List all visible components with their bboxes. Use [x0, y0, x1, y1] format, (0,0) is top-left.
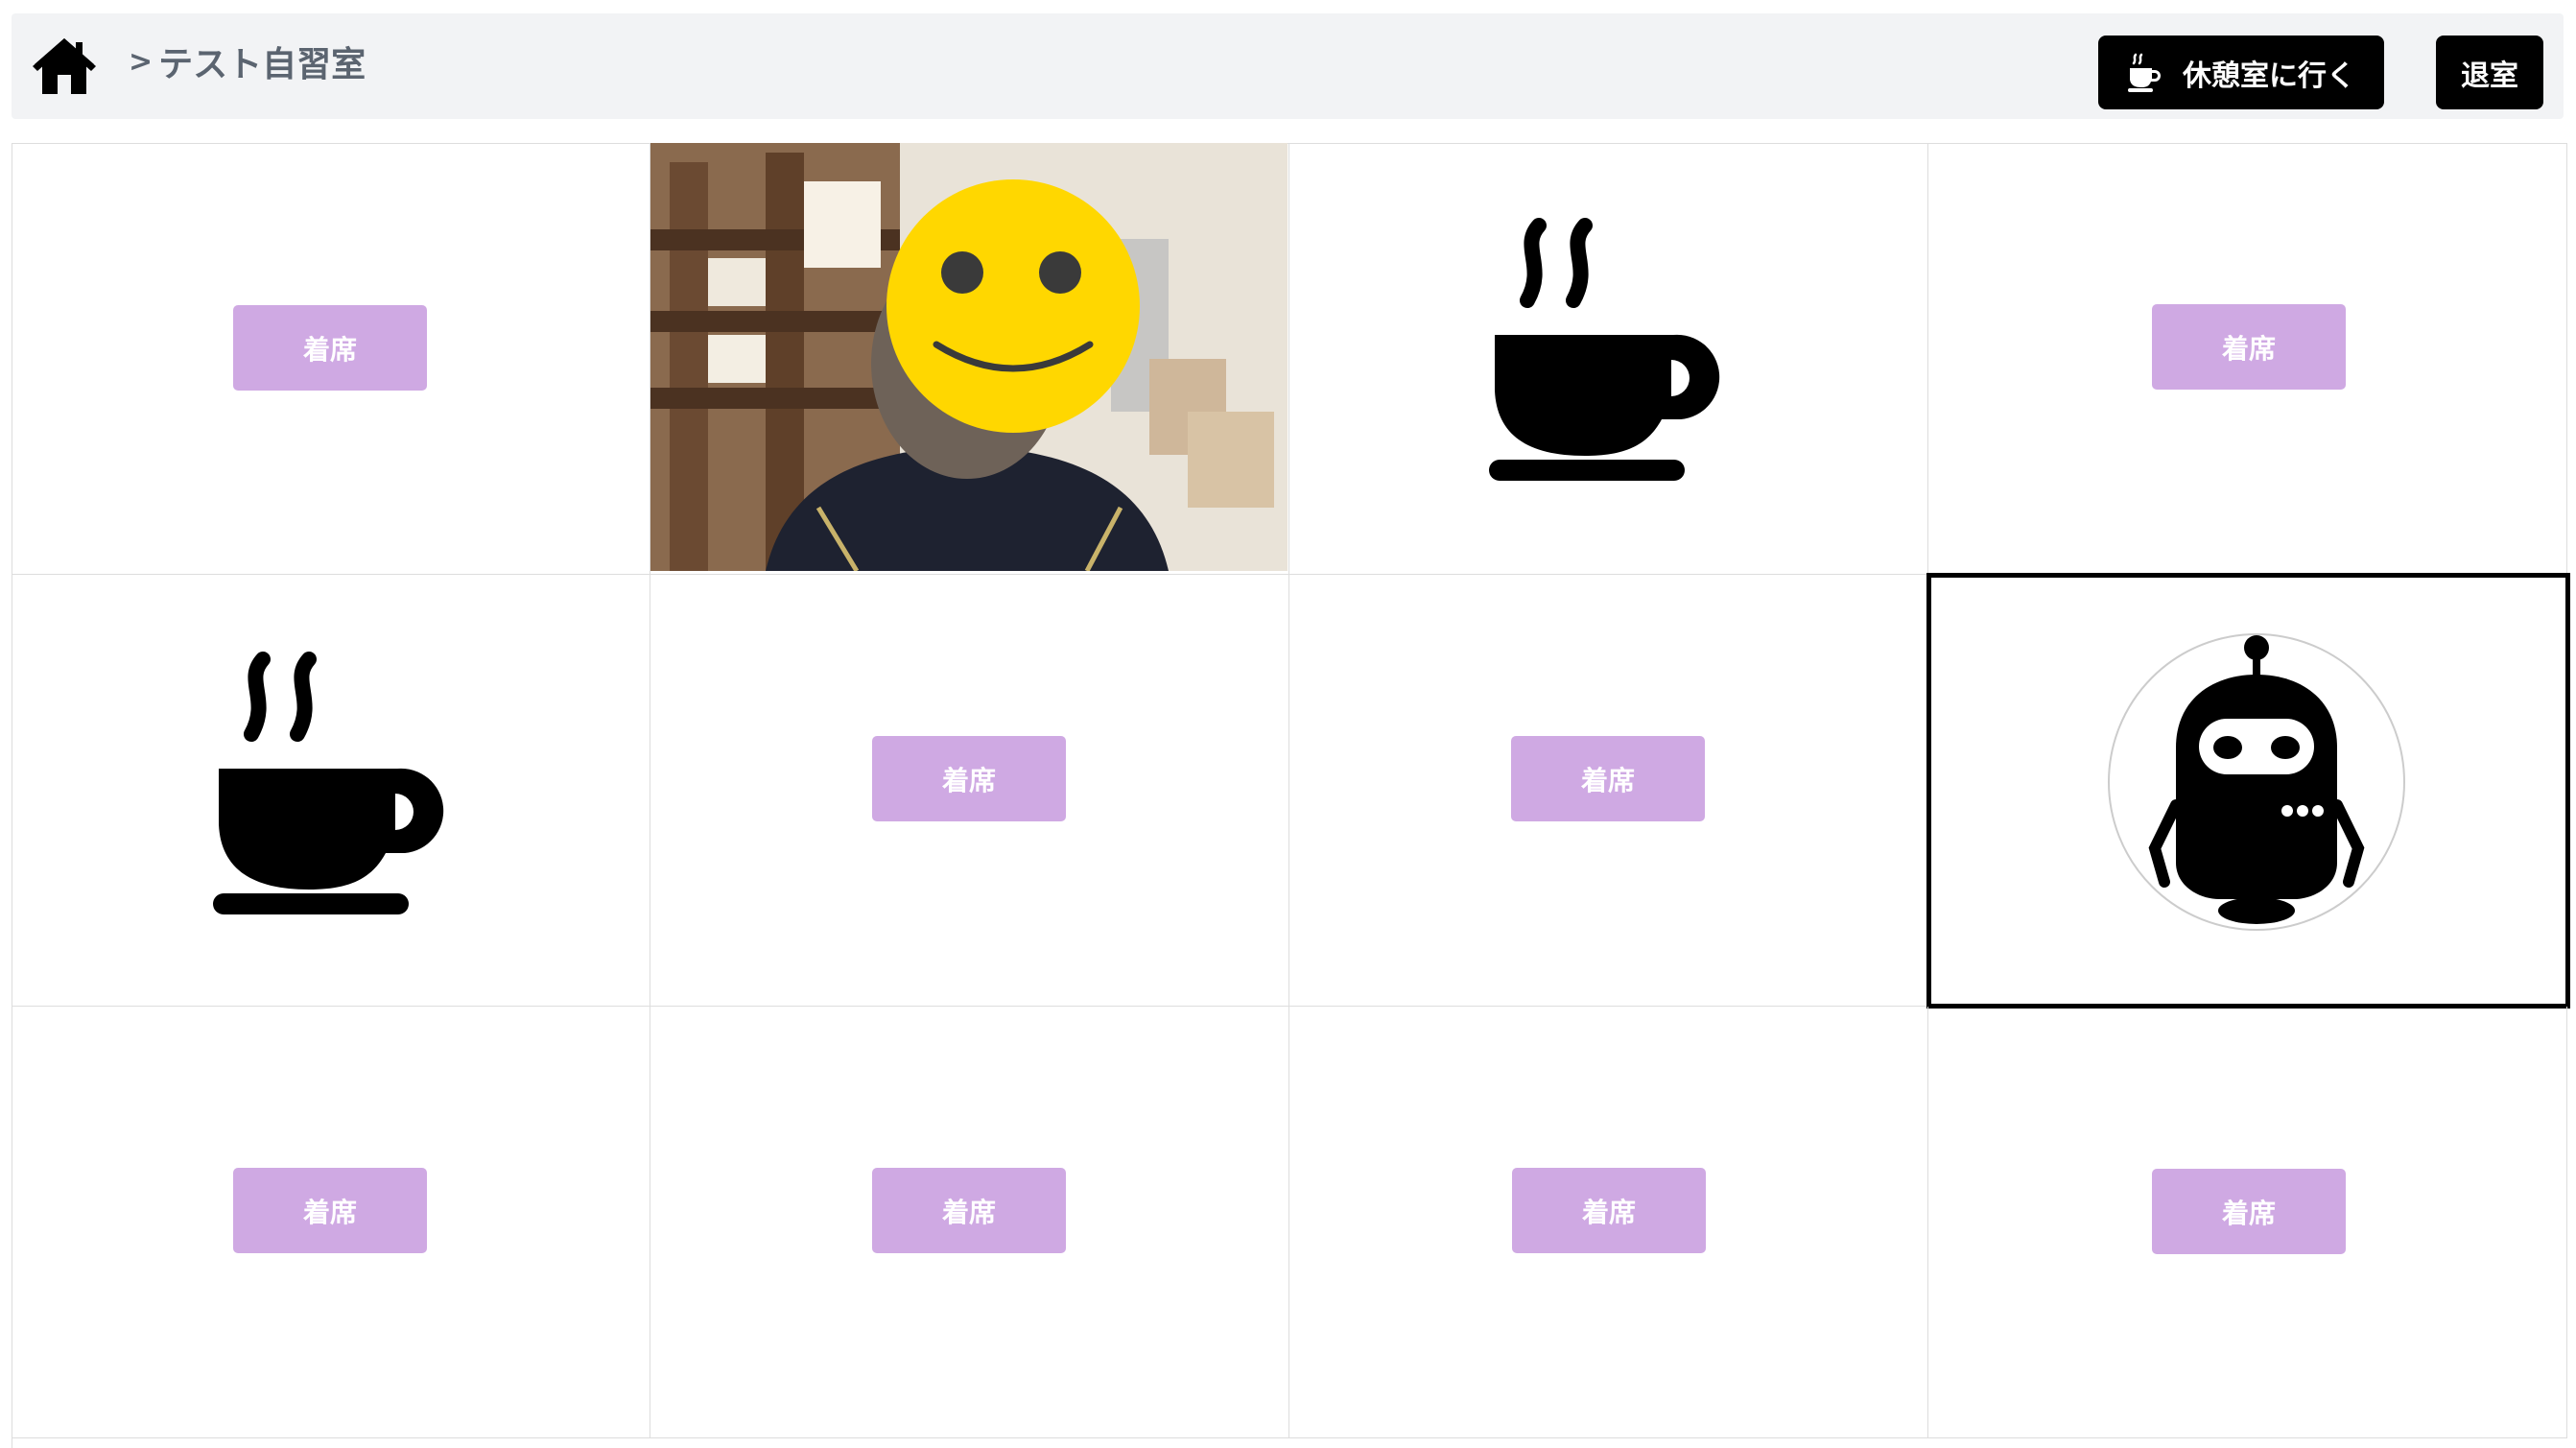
take-seat-label: 着席 [1581, 1196, 1636, 1228]
seat-cell: 着席 [1928, 143, 2567, 575]
take-seat-button[interactable]: 着席 [1511, 736, 1705, 821]
go-to-break-room-label: 休憩室に行く [2183, 59, 2355, 93]
seat-cell: 着席 [1928, 1007, 2567, 1438]
seat-cell: 着席 [12, 1007, 650, 1438]
breadcrumb-separator: > [129, 44, 154, 79]
take-seat-label: 着席 [1580, 764, 1635, 796]
seat-cell: 着席 [650, 575, 1289, 1007]
take-seat-button[interactable]: 着席 [872, 736, 1066, 821]
go-to-break-room-button[interactable]: 休憩室に行く [2098, 36, 2384, 109]
take-seat-button[interactable]: 着席 [233, 1168, 427, 1253]
breadcrumb: > テスト自習室 [129, 42, 366, 85]
take-seat-button[interactable]: 着席 [2152, 304, 2346, 390]
take-seat-label: 着席 [302, 333, 357, 366]
coffee-cup-icon [1489, 218, 1720, 481]
seat-cell: 着席 [650, 1007, 1289, 1438]
seat-cell [1289, 143, 1928, 575]
coffee-cup-icon [213, 652, 444, 914]
take-seat-button[interactable]: 着席 [1512, 1168, 1706, 1253]
exit-room-button[interactable]: 退室 [2436, 36, 2543, 109]
coffee-cup-icon [2128, 53, 2161, 92]
seat-cell [12, 575, 650, 1007]
take-seat-button[interactable]: 着席 [2152, 1169, 2346, 1254]
selected-seat-outline [1926, 573, 2570, 1009]
take-seat-label: 着席 [2221, 332, 2276, 365]
seat-cell [650, 143, 1289, 575]
home-icon[interactable] [31, 35, 98, 98]
room-name: テスト自習室 [158, 45, 366, 84]
seat-cell: 着席 [1289, 575, 1928, 1007]
smiley-face-icon [886, 179, 1140, 433]
take-seat-label: 着席 [941, 764, 996, 796]
take-seat-label: 着席 [2221, 1197, 2276, 1229]
take-seat-label: 着席 [941, 1196, 996, 1228]
header-bar: > テスト自習室 休憩室に行く 退室 [12, 13, 2564, 119]
seat-cell: 着席 [12, 143, 650, 575]
seat-cell: 着席 [1289, 1007, 1928, 1438]
seat-grid: 着席 着席 着席 着席 着席 着席 着席 着席 [12, 143, 2570, 1448]
take-seat-button[interactable]: 着席 [872, 1168, 1066, 1253]
take-seat-button[interactable]: 着席 [233, 305, 427, 391]
take-seat-label: 着席 [302, 1196, 357, 1228]
exit-room-label: 退室 [2461, 59, 2518, 93]
